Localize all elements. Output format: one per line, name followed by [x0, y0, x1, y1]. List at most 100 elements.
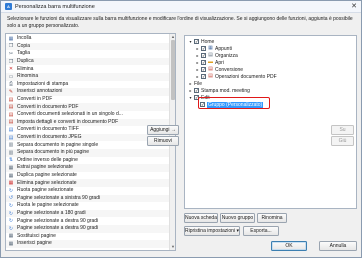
command-label: Pagine selezionate a destra 90 gradi: [17, 225, 99, 232]
command-label: Copia: [17, 42, 31, 49]
ribbon-tree[interactable]: ▾ ✓ Home ▸ ✓ ▦ Appunti ▸ ✓ ▤ Organizza ▸…: [184, 35, 357, 209]
instructions-text: Selezionare le funzioni da visualizzare …: [7, 16, 353, 29]
rename-button[interactable]: Rinomina: [257, 213, 287, 223]
rotate-pages-icon: ↻: [8, 187, 14, 194]
command-list-item[interactable]: ↻ Pagine selezionate a destra 90 gradi: [6, 217, 175, 225]
command-list-item[interactable]: ✂ Taglia: [6, 50, 175, 58]
home-checkbox[interactable]: ✓: [194, 39, 199, 45]
command-list-item[interactable]: ▦ Elimina pagine selezionate: [6, 179, 175, 187]
command-list-item[interactable]: ▦ Inserisci pagine: [6, 240, 175, 248]
command-label: Imposta dettagli e converti in documento…: [17, 118, 119, 125]
print-icon: ⎙: [8, 81, 13, 88]
app-icon: A: [5, 3, 12, 10]
tree-label-stampa: Stampa mod. meeting: [201, 87, 250, 94]
move-down-button[interactable]: Giù: [331, 136, 354, 146]
expand-icon[interactable]: ▸: [188, 88, 193, 93]
pdf-settings-icon: ▤: [8, 119, 14, 126]
command-list-item[interactable]: ↻ Pagine selezionate a 180 gradi: [6, 209, 175, 218]
command-list-item[interactable]: ❐ Duplica: [6, 57, 175, 66]
command-list-item[interactable]: ❐ Copia: [6, 42, 175, 51]
command-list-item[interactable]: ✕ Elimina: [6, 65, 175, 73]
reverse-order-icon: ⇅: [8, 157, 14, 164]
tree-label-appunti: Appunti: [215, 45, 232, 52]
reset-settings-dropdown[interactable]: Ripristina impostazioni ▾: [184, 226, 240, 236]
expand-icon[interactable]: ▸: [195, 74, 200, 79]
command-label: Pagine selezionate a destra 90 gradi: [17, 217, 99, 224]
command-list-item[interactable]: ▦ Incolla: [6, 35, 175, 43]
command-list-item[interactable]: ↻ Pagine selezionate a destra 90 gradi: [6, 225, 175, 233]
command-label: Converti documenti selezionati in un sin…: [17, 111, 123, 118]
command-label: Duplica: [17, 58, 34, 65]
command-list-item[interactable]: ▦ Estrai pagine selezionate: [6, 164, 175, 172]
ok-button[interactable]: OK: [271, 241, 307, 251]
command-list-item[interactable]: ↻ Ruota pagine selezionate: [6, 187, 175, 195]
tree-label-organizza: Organizza: [215, 52, 238, 59]
command-list-item[interactable]: ▦ Sostituisci pagine: [6, 233, 175, 241]
export-button[interactable]: Esporta...: [243, 226, 279, 236]
remove-button[interactable]: Rimuovi: [147, 136, 179, 146]
command-list-item[interactable]: ⎙ Impostazioni di stampa: [6, 80, 175, 89]
new-group-button[interactable]: Nuovo gruppo: [220, 213, 255, 223]
tree-label-apri: Apri: [215, 59, 224, 66]
command-list-item[interactable]: ▭ Rinomina: [6, 73, 175, 81]
command-list-item[interactable]: ↻ Ruota le pagine selezionate: [6, 202, 175, 210]
tree-label-file: File: [194, 80, 203, 87]
insert-pages-icon: ▦: [8, 240, 14, 247]
add-button[interactable]: Aggiungi →: [147, 125, 179, 135]
rotate-right-icon: ↻: [8, 218, 14, 225]
tiff-icon: ▤: [8, 126, 14, 133]
stampa-checkbox[interactable]: ✓: [194, 88, 199, 94]
command-label: Inserisci annotazioni: [17, 88, 63, 95]
command-label: Taglia: [17, 50, 31, 57]
command-label: Separa documento in più pagine: [17, 149, 89, 156]
scroll-thumb[interactable]: [171, 40, 175, 100]
conversione-checkbox[interactable]: ✓: [201, 67, 206, 73]
command-list-item[interactable]: ▥ Separa documento in più pagine: [6, 149, 175, 157]
expand-icon[interactable]: ▸: [195, 60, 200, 65]
cancel-button[interactable]: Annulla: [319, 241, 357, 251]
command-list-item[interactable]: ▤ Converti in PDF: [6, 96, 175, 104]
tree-node-operazioni-pdf[interactable]: ▸ ✓ ▤ Operazioni documento PDF: [195, 73, 276, 80]
command-label: Duplica pagine selezionate: [17, 172, 77, 179]
expand-icon[interactable]: ▸: [195, 46, 200, 51]
expand-icon[interactable]: ▸: [195, 67, 200, 72]
replace-pages-icon: ▦: [8, 233, 14, 240]
pdf-operations-icon: ▤: [208, 73, 213, 80]
apri-checkbox[interactable]: ✓: [201, 60, 206, 66]
command-list-item[interactable]: ▦ Duplica pagine selezionate: [6, 172, 175, 180]
command-label: Estrai pagine selezionate: [17, 164, 73, 171]
tree-label-conversione: Conversione: [215, 66, 244, 73]
pdf-icon: ▤: [8, 96, 14, 103]
operazioni-checkbox[interactable]: ✓: [201, 74, 206, 80]
move-up-button[interactable]: Su: [331, 125, 354, 135]
command-list-item[interactable]: ▤ Converti documenti selezionati in un si…: [6, 111, 175, 119]
organize-icon: ▤: [208, 52, 213, 59]
organizza-checkbox[interactable]: ✓: [201, 53, 206, 59]
highlight-annotation: [198, 97, 270, 109]
jpeg-icon: ▤: [8, 134, 14, 141]
command-list-item[interactable]: ▤ Converti in documento PDF: [6, 103, 175, 111]
convert-icon: ▤: [208, 66, 213, 73]
collapse-icon[interactable]: ▾: [188, 39, 193, 44]
new-tab-button[interactable]: Nuova scheda: [184, 213, 218, 223]
rename-icon: ▭: [8, 73, 14, 80]
command-list-item[interactable]: ⇅ Ordine inverso delle pagine: [6, 156, 175, 165]
command-label: Elimina: [17, 65, 34, 72]
cut-icon: ✂: [8, 50, 14, 57]
command-label: Converti in documento PDF: [17, 103, 79, 110]
command-list-item[interactable]: ✎ Inserisci annotazioni: [6, 88, 175, 96]
command-label: Ordine inverso delle pagine: [17, 156, 78, 163]
command-label: Impostazioni di stampa: [17, 80, 69, 87]
split-multi-icon: ▥: [8, 149, 14, 156]
close-icon[interactable]: ✕: [350, 3, 358, 11]
command-label: Converti in PDF: [17, 96, 53, 103]
scroll-down-icon[interactable]: ▼: [170, 244, 175, 250]
tree-label-home: Home: [201, 38, 215, 45]
expand-icon[interactable]: ▸: [188, 81, 193, 86]
appunti-checkbox[interactable]: ✓: [201, 46, 206, 52]
rotate-right-icon: ↻: [8, 225, 14, 232]
collapse-icon[interactable]: ▾: [188, 95, 193, 100]
command-list-item[interactable]: ↺ Pagine selezionate a sinistra 90 gradi: [6, 194, 175, 203]
expand-icon[interactable]: ▸: [195, 53, 200, 58]
rotate-180-icon: ↻: [8, 210, 14, 217]
